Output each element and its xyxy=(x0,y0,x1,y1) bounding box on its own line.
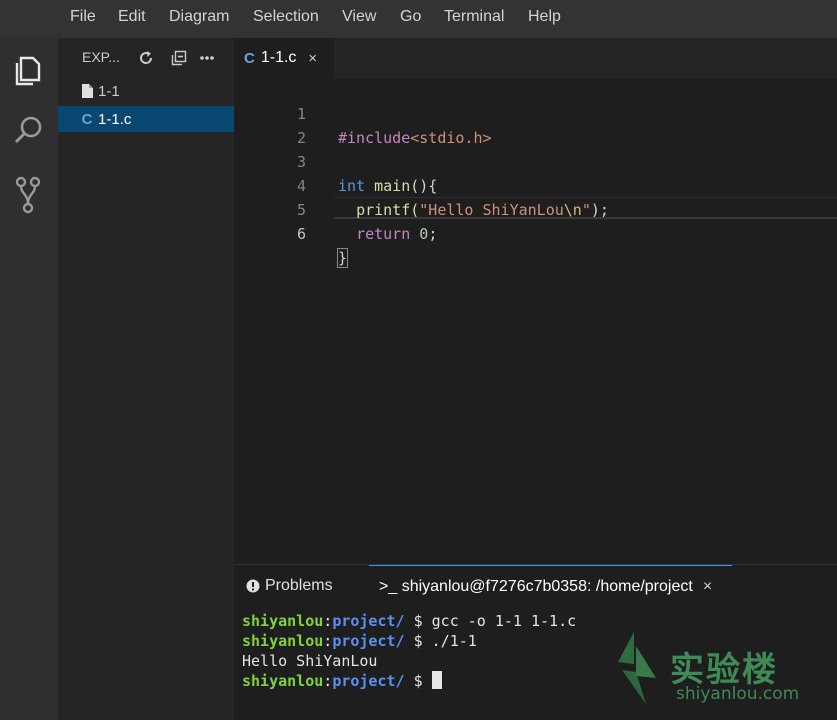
collapse-all-icon[interactable] xyxy=(169,48,189,68)
file-icon xyxy=(78,84,96,98)
menu-view[interactable]: View xyxy=(342,8,376,26)
menu-edit[interactable]: Edit xyxy=(118,8,146,26)
tab-label: 1-1.c xyxy=(260,49,297,66)
tab-terminal-label: shiyanlou@f7276c7b0358: /home/project xyxy=(401,577,693,595)
search-icon[interactable] xyxy=(8,110,48,150)
c-file-icon: C xyxy=(244,49,255,67)
info-icon xyxy=(246,579,260,593)
tree-item-label: 1-1.c xyxy=(98,110,132,128)
editor-tab-bar: C 1-1.c × xyxy=(234,38,837,78)
more-icon[interactable] xyxy=(197,48,217,68)
code-line: 4 printf("Hello ShiYanLou\n"); xyxy=(234,150,837,219)
tab-problems-label: Problems xyxy=(265,577,333,594)
menu-go[interactable]: Go xyxy=(400,8,421,26)
tab-problems[interactable]: Problems xyxy=(246,565,366,607)
tab-1-1-c[interactable]: C 1-1.c × xyxy=(234,38,334,78)
activity-bar xyxy=(0,38,58,720)
explorer-icon[interactable] xyxy=(8,51,48,91)
menu-file[interactable]: File xyxy=(70,8,96,26)
watermark-subtext: shiyanlou.com xyxy=(676,684,800,704)
terminal-cursor xyxy=(431,671,442,689)
code-editor[interactable]: 1 #include<stdio.h> 2 3 int main(){ 4 pr… xyxy=(234,78,837,564)
menu-bar: File Edit Diagram Selection View Go Term… xyxy=(0,0,837,38)
code-line: 3 int main(){ xyxy=(234,126,837,195)
menu-diagram[interactable]: Diagram xyxy=(169,8,229,26)
menu-help[interactable]: Help xyxy=(528,8,561,26)
source-control-icon[interactable] xyxy=(8,175,48,215)
code-line: 5 return 0; xyxy=(234,174,837,243)
shiyanlou-watermark: 实验楼 shiyanlou.com xyxy=(612,628,802,708)
tree-item-1-1[interactable]: 1-1 xyxy=(58,78,234,104)
close-icon[interactable]: × xyxy=(703,578,712,596)
explorer-sidebar: EXP... 1-1 C 1-1.c xyxy=(58,38,234,720)
refresh-icon[interactable] xyxy=(136,48,156,68)
menu-terminal[interactable]: Terminal xyxy=(444,8,504,26)
line-number: 6 xyxy=(296,225,306,243)
menu-selection[interactable]: Selection xyxy=(253,8,319,26)
tab-terminal[interactable]: >_ shiyanlou@f7276c7b0358: /home/project… xyxy=(369,565,732,607)
explorer-title: EXP... xyxy=(82,49,120,65)
terminal-icon: >_ xyxy=(379,577,398,595)
tree-item-1-1-c[interactable]: C 1-1.c xyxy=(58,106,234,132)
tree-item-label: 1-1 xyxy=(98,82,120,100)
shiyanlou-logo-icon xyxy=(618,632,656,704)
code-line: 6 } xyxy=(234,198,837,268)
c-file-icon: C xyxy=(81,110,93,128)
code-line: 1 #include<stdio.h> xyxy=(234,78,837,147)
code-line: 2 xyxy=(234,102,837,147)
close-icon[interactable]: × xyxy=(308,50,317,67)
panel-tab-bar: Problems >_ shiyanlou@f7276c7b0358: /hom… xyxy=(234,565,837,607)
